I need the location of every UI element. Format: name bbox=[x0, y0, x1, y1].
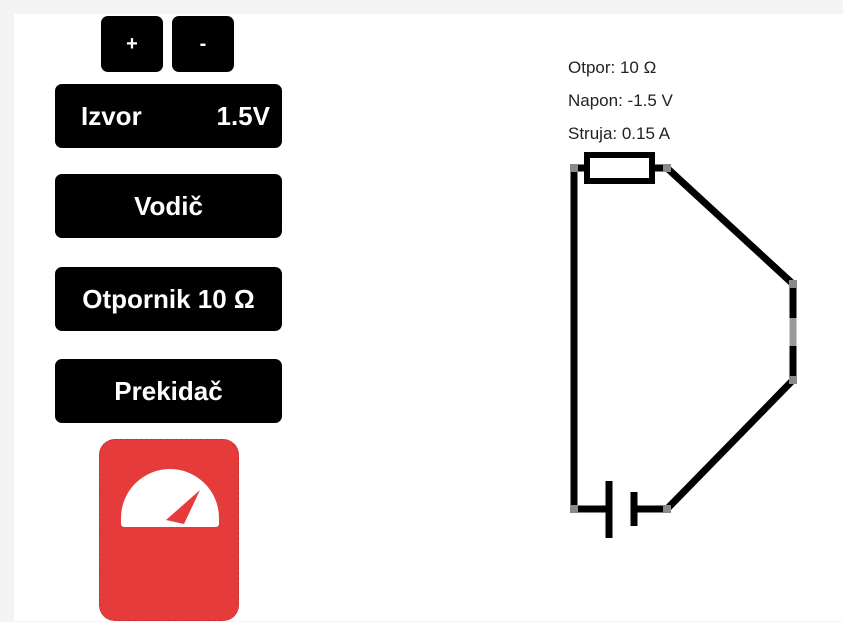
wire-diagonal-upper[interactable] bbox=[663, 164, 797, 288]
terminal-nodes bbox=[570, 164, 797, 513]
resistor-symbol[interactable] bbox=[584, 152, 655, 184]
wire-diagonal-lower[interactable] bbox=[663, 376, 797, 513]
circuit-diagram[interactable] bbox=[0, 0, 843, 621]
